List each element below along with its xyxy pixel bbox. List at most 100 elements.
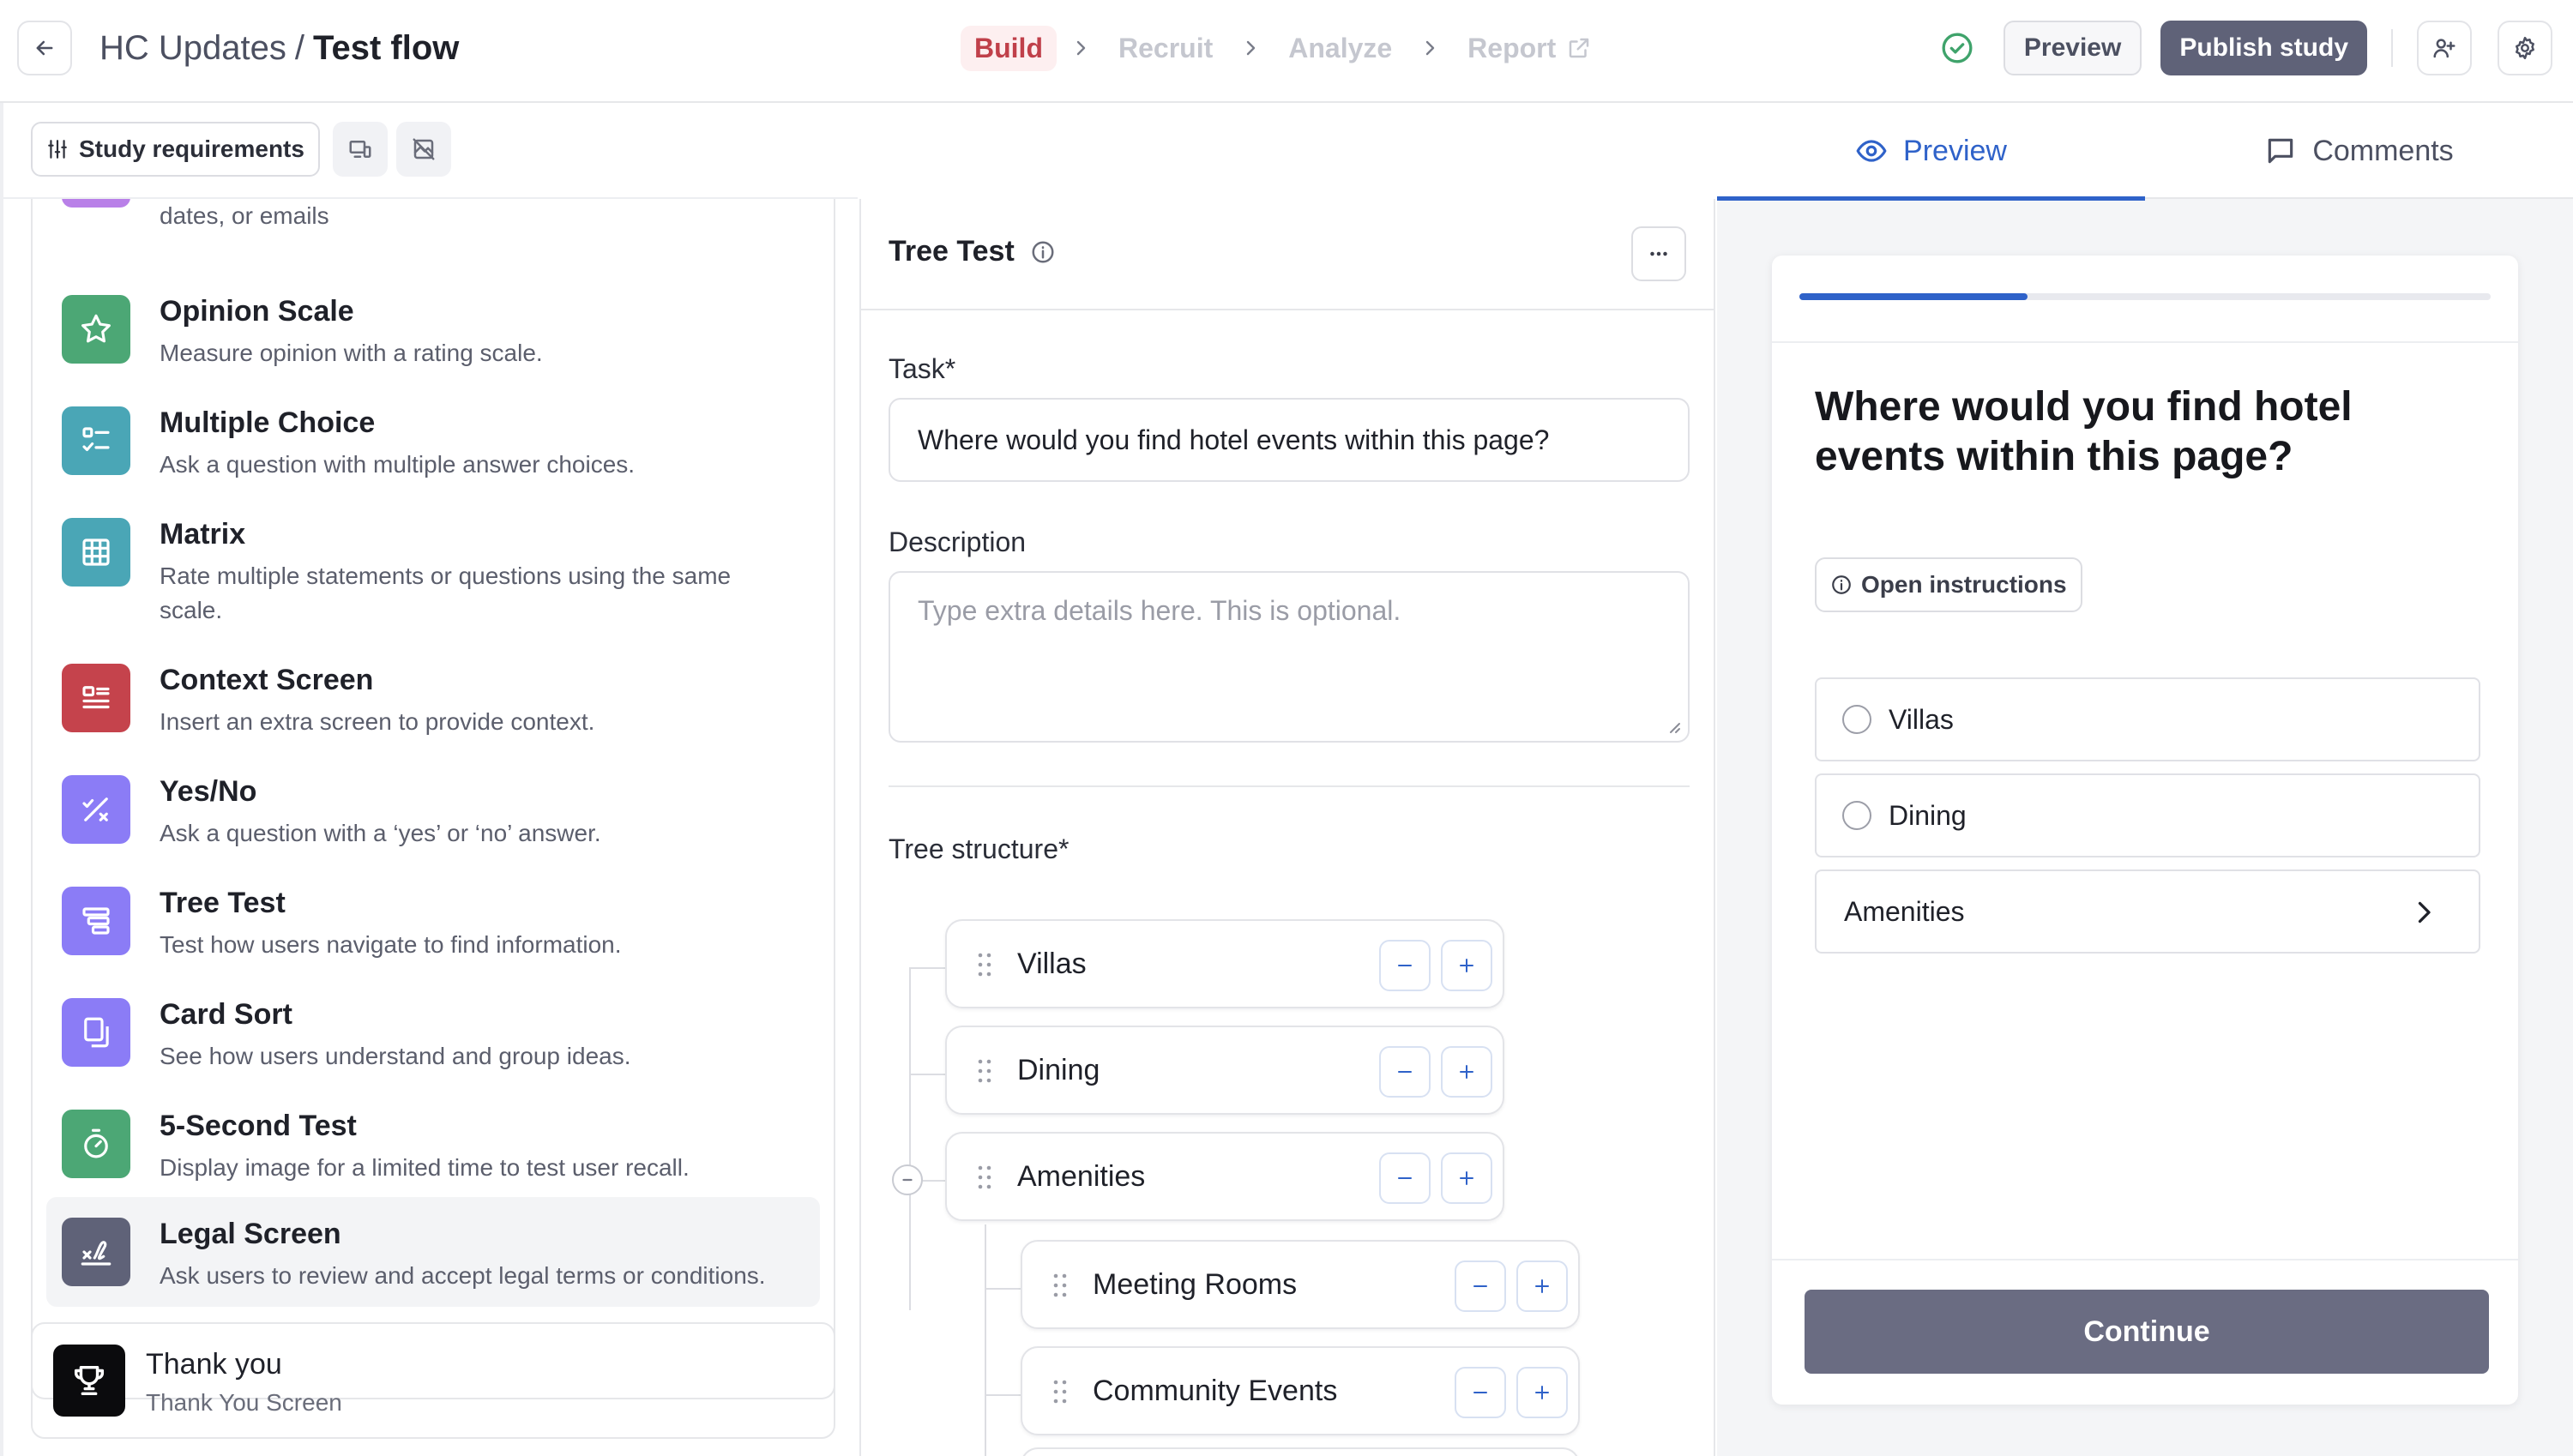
star-icon (62, 295, 130, 364)
remove-node-button[interactable] (1455, 1367, 1506, 1418)
tree-node-label[interactable]: Community Events (1093, 1348, 1337, 1434)
minus-icon (1398, 1071, 1412, 1073)
add-collaborator-button[interactable] (2417, 21, 2472, 75)
remove-node-button[interactable] (1379, 1046, 1431, 1098)
radio-button[interactable] (1842, 705, 1871, 734)
tab-preview[interactable]: Preview (1717, 103, 2145, 201)
block-opinion-scale[interactable]: Opinion Scale Measure opinion with a rat… (33, 268, 834, 379)
description-textarea[interactable]: Type extra details here. This is optiona… (889, 571, 1690, 743)
tree-node[interactable]: Meeting Rooms (1021, 1240, 1580, 1329)
trophy-icon (53, 1345, 125, 1417)
minus-icon (1473, 1392, 1487, 1393)
option-label: Villas (1889, 703, 1954, 735)
block-legal-screen[interactable]: Legal Screen Ask users to review and acc… (46, 1197, 820, 1307)
thank-you-screen[interactable]: Thank you Thank You Screen (31, 1322, 835, 1439)
chevron-right-icon (2418, 901, 2431, 924)
drag-handle-icon[interactable] (976, 1164, 993, 1190)
preview-button[interactable]: Preview (2003, 21, 2142, 75)
step-analyze[interactable]: Analyze (1274, 26, 1406, 71)
block-tree-test[interactable]: Tree Test Test how users navigate to fin… (33, 859, 834, 971)
tree-node-label[interactable]: Meeting Rooms (1093, 1242, 1297, 1327)
tree-structure-label: Tree structure* (889, 833, 1070, 864)
study-requirements-button[interactable]: Study requirements (31, 122, 320, 177)
step-recruit[interactable]: Recruit (1105, 26, 1226, 71)
drag-handle-icon[interactable] (1051, 1272, 1069, 1298)
back-button[interactable] (17, 21, 72, 75)
remove-node-button[interactable] (1379, 940, 1431, 991)
card-divider (1772, 1259, 2518, 1260)
signature-icon (62, 1218, 130, 1286)
chevron-right-icon (1240, 38, 1261, 58)
publish-study-button[interactable]: Publish study (2160, 21, 2367, 75)
step-analyze-label: Analyze (1288, 32, 1393, 63)
block-title: Matrix (160, 518, 246, 551)
block-5-second-test[interactable]: 5-Second Test Display image for a limite… (33, 1082, 834, 1194)
option-amenities[interactable]: Amenities (1815, 869, 2480, 954)
info-icon[interactable] (1030, 239, 1056, 265)
step-build[interactable]: Build (961, 25, 1057, 71)
tree-node[interactable]: Villas (945, 919, 1504, 1008)
breadcrumb: HC Updates / Test flow (99, 24, 459, 72)
drag-handle-icon[interactable] (976, 952, 993, 978)
add-child-button[interactable] (1516, 1367, 1568, 1418)
remove-node-button[interactable] (1455, 1260, 1506, 1312)
collapse-node-button[interactable] (892, 1164, 923, 1195)
more-options-button[interactable] (1631, 226, 1686, 281)
add-child-button[interactable] (1516, 1260, 1568, 1312)
description-label: Description (889, 526, 1027, 557)
drag-handle-icon[interactable] (1051, 1379, 1069, 1405)
block-title: Tree Test (160, 887, 286, 919)
open-instructions-label: Open instructions (1861, 571, 2067, 598)
plus-icon (1460, 1065, 1473, 1079)
tree-node[interactable]: Community Events (1021, 1346, 1580, 1435)
partial-block-icon (62, 199, 130, 208)
more-horizontal-icon (1650, 251, 1667, 256)
editor-panel: Tree Test Task* Where would you find hot… (859, 199, 1715, 1456)
block-yes-no[interactable]: Yes/No Ask a question with a ‘yes’ or ‘n… (33, 748, 834, 859)
continue-button[interactable]: Continue (1805, 1290, 2489, 1374)
option-label: Amenities (1844, 895, 1965, 927)
section-divider (889, 785, 1690, 787)
block-desc: Rate multiple statements or questions us… (160, 563, 732, 623)
breadcrumb-project[interactable]: HC Updates (99, 29, 286, 67)
block-matrix[interactable]: Matrix Rate multiple statements or quest… (33, 490, 834, 636)
settings-button[interactable] (2498, 21, 2552, 75)
block-multiple-choice[interactable]: Multiple Choice Ask a question with mult… (33, 379, 834, 490)
devices-icon (349, 141, 371, 158)
block-context-screen[interactable]: Context Screen Insert an extra screen to… (33, 636, 834, 748)
drag-handle-icon[interactable] (976, 1058, 993, 1084)
tab-comments[interactable]: Comments (2145, 103, 2573, 199)
tree-connector (985, 1224, 986, 1456)
device-toggle-button[interactable] (333, 122, 388, 177)
step-report[interactable]: Report (1454, 26, 1606, 71)
add-child-button[interactable] (1441, 1152, 1492, 1204)
option-dining[interactable]: Dining (1815, 773, 2480, 857)
tree-node-label[interactable]: Villas (1017, 921, 1087, 1007)
remove-node-button[interactable] (1379, 1152, 1431, 1204)
block-desc: See how users understand and group ideas… (160, 1043, 631, 1069)
info-icon (1832, 575, 1851, 594)
radio-button[interactable] (1842, 801, 1871, 830)
tree-node[interactable]: Amenities (945, 1132, 1504, 1221)
thank-you-title: Thank you (146, 1348, 282, 1381)
tree-connector (985, 1394, 1022, 1396)
arrow-left-icon (36, 40, 53, 56)
external-link-icon (1566, 35, 1592, 61)
option-villas[interactable]: Villas (1815, 677, 2480, 761)
open-instructions-button[interactable]: Open instructions (1815, 557, 2082, 612)
checklist-icon (62, 406, 130, 475)
add-child-button[interactable] (1441, 1046, 1492, 1098)
step-recruit-label: Recruit (1118, 32, 1214, 63)
block-title: Opinion Scale (160, 295, 354, 328)
block-card-sort[interactable]: Card Sort See how users understand and g… (33, 971, 834, 1082)
tree-node-label[interactable]: Amenities (1017, 1134, 1145, 1219)
task-input[interactable]: Where would you find hotel events within… (889, 398, 1690, 482)
tree-node-label[interactable]: Dining (1017, 1027, 1100, 1113)
editor-header: Tree Test (861, 199, 1714, 310)
media-toggle-button[interactable] (396, 122, 451, 177)
add-child-button[interactable] (1441, 940, 1492, 991)
cards-icon (62, 998, 130, 1067)
article-icon (62, 664, 130, 732)
tree-node[interactable]: Dining (945, 1026, 1504, 1115)
resize-handle-icon[interactable] (1664, 717, 1681, 734)
